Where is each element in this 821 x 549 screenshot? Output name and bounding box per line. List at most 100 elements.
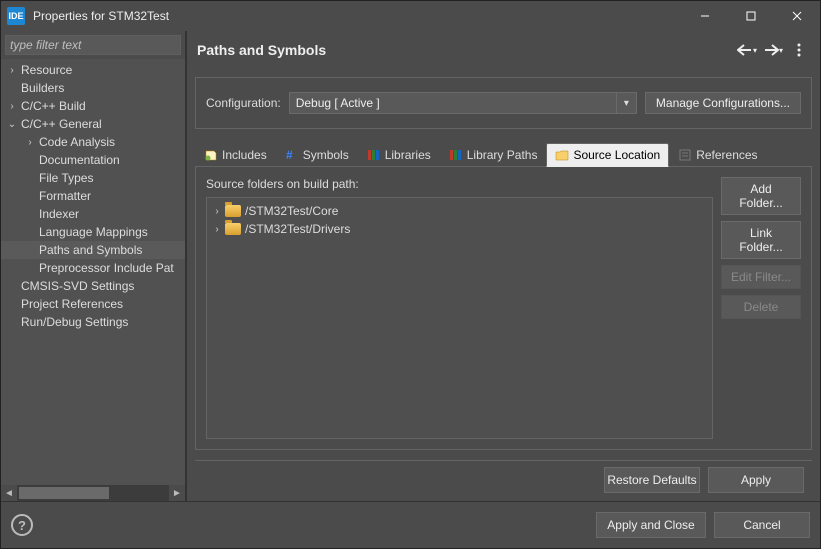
symbols-icon: # [285,148,299,162]
configuration-value: Debug [ Active ] [290,96,616,110]
configuration-select[interactable]: Debug [ Active ] ▾ [289,92,637,114]
expand-icon[interactable]: › [209,224,225,235]
nav-tree[interactable]: ›ResourceBuilders›C/C++ Build⌄C/C++ Gene… [1,59,185,485]
svg-text:#: # [286,148,293,162]
delete-button: Delete [721,295,801,319]
window-title: Properties for STM32Test [33,9,682,23]
tree-item-label: Code Analysis [37,135,115,149]
filter-input[interactable] [5,35,181,55]
configuration-label: Configuration: [206,96,281,110]
scroll-right-icon[interactable]: ► [169,485,185,501]
source-folder-path: /STM32Test/Core [245,204,338,218]
help-icon[interactable]: ? [11,514,33,536]
apply-and-close-button[interactable]: Apply and Close [596,512,706,538]
tree-item[interactable]: Formatter [1,187,185,205]
tab-bar: Includes # Symbols Libraries Library Paths So… [195,143,812,167]
source-folder-item[interactable]: › /STM32Test/Core [209,202,710,220]
tree-item-label: Resource [19,63,72,77]
page-title: Paths and Symbols [197,42,732,58]
folder-icon [225,223,241,235]
tab-label: Libraries [385,148,431,162]
apply-button[interactable]: Apply [708,467,804,493]
tree-item-label: C/C++ General [19,117,102,131]
close-button[interactable] [774,1,820,31]
tree-item-label: Formatter [37,189,91,203]
app-icon: IDE [7,7,25,25]
tree-item-label: C/C++ Build [19,99,86,113]
expand-icon[interactable]: › [23,137,37,148]
titlebar: IDE Properties for STM32Test [1,1,820,31]
references-icon [678,148,692,162]
libpaths-icon [449,148,463,162]
tree-item[interactable]: File Types [1,169,185,187]
maximize-button[interactable] [728,1,774,31]
tab-label: Library Paths [467,148,538,162]
dialog-footer: ? Apply and Close Cancel [1,501,820,548]
tree-item[interactable]: Paths and Symbols [1,241,185,259]
tree-item-label: Project References [19,297,123,311]
tree-item[interactable]: Project References [1,295,185,313]
tree-item-label: Builders [19,81,64,95]
tree-item-label: Language Mappings [37,225,148,239]
tab-includes[interactable]: Includes [195,143,276,166]
properties-dialog: IDE Properties for STM32Test ›ResourceBu… [0,0,821,549]
expand-icon[interactable]: › [5,65,19,76]
tab-references[interactable]: References [669,143,766,166]
expand-icon[interactable]: › [5,101,19,112]
libraries-icon [367,148,381,162]
tree-item-label: File Types [37,171,93,185]
tree-item[interactable]: ⌄C/C++ General [1,115,185,133]
menu-dots-icon[interactable] [788,39,810,61]
tree-item[interactable]: CMSIS-SVD Settings [1,277,185,295]
tab-symbols[interactable]: # Symbols [276,143,358,166]
tab-source-location[interactable]: Source Location [546,143,669,167]
tree-item[interactable]: Language Mappings [1,223,185,241]
tab-label: Source Location [573,148,660,162]
scroll-left-icon[interactable]: ◄ [1,485,17,501]
source-folder-list[interactable]: › /STM32Test/Core › /STM32Test/Drivers [206,197,713,439]
tree-item[interactable]: ›Code Analysis [1,133,185,151]
add-folder-button[interactable]: Add Folder... [721,177,801,215]
cancel-button[interactable]: Cancel [714,512,810,538]
filter-box [5,35,181,55]
page-header: Paths and Symbols ▾ ▾ [187,31,820,69]
tree-item[interactable]: Builders [1,79,185,97]
edit-filter-button: Edit Filter... [721,265,801,289]
scroll-track[interactable] [17,485,169,501]
expand-icon[interactable]: › [209,206,225,217]
configuration-group: Configuration: Debug [ Active ] ▾ Manage… [195,77,812,129]
link-folder-button[interactable]: Link Folder... [721,221,801,259]
tree-item-label: Run/Debug Settings [19,315,128,329]
expand-icon[interactable]: ⌄ [5,119,19,130]
tree-item[interactable]: Preprocessor Include Pat [1,259,185,277]
sidebar-scrollbar[interactable]: ◄ ► [1,485,185,501]
tab-label: Includes [222,148,267,162]
source-folder-item[interactable]: › /STM32Test/Drivers [209,220,710,238]
tree-item[interactable]: ›C/C++ Build [1,97,185,115]
tree-item[interactable]: ›Resource [1,61,185,79]
tree-item-label: Documentation [37,153,120,167]
restore-defaults-button[interactable]: Restore Defaults [604,467,700,493]
tree-item[interactable]: Run/Debug Settings [1,313,185,331]
tab-libraries[interactable]: Libraries [358,143,440,166]
manage-configurations-button[interactable]: Manage Configurations... [645,92,801,114]
source-icon [555,148,569,162]
tab-library-paths[interactable]: Library Paths [440,143,547,166]
tree-item[interactable]: Documentation [1,151,185,169]
includes-icon [204,148,218,162]
tree-item[interactable]: Indexer [1,205,185,223]
tree-item-label: CMSIS-SVD Settings [19,279,134,293]
back-arrow-icon[interactable]: ▾ [736,39,758,61]
source-location-panel: Source folders on build path: › /STM32Tes… [195,167,812,450]
tree-item-label: Paths and Symbols [37,243,142,257]
scroll-thumb[interactable] [19,487,109,499]
source-folder-path: /STM32Test/Drivers [245,222,350,236]
forward-arrow-icon[interactable]: ▾ [762,39,784,61]
folder-icon [225,205,241,217]
tree-item-label: Indexer [37,207,79,221]
tab-label: References [696,148,757,162]
minimize-button[interactable] [682,1,728,31]
source-folders-label: Source folders on build path: [206,177,713,191]
tab-label: Symbols [303,148,349,162]
tree-item-label: Preprocessor Include Pat [37,261,174,275]
